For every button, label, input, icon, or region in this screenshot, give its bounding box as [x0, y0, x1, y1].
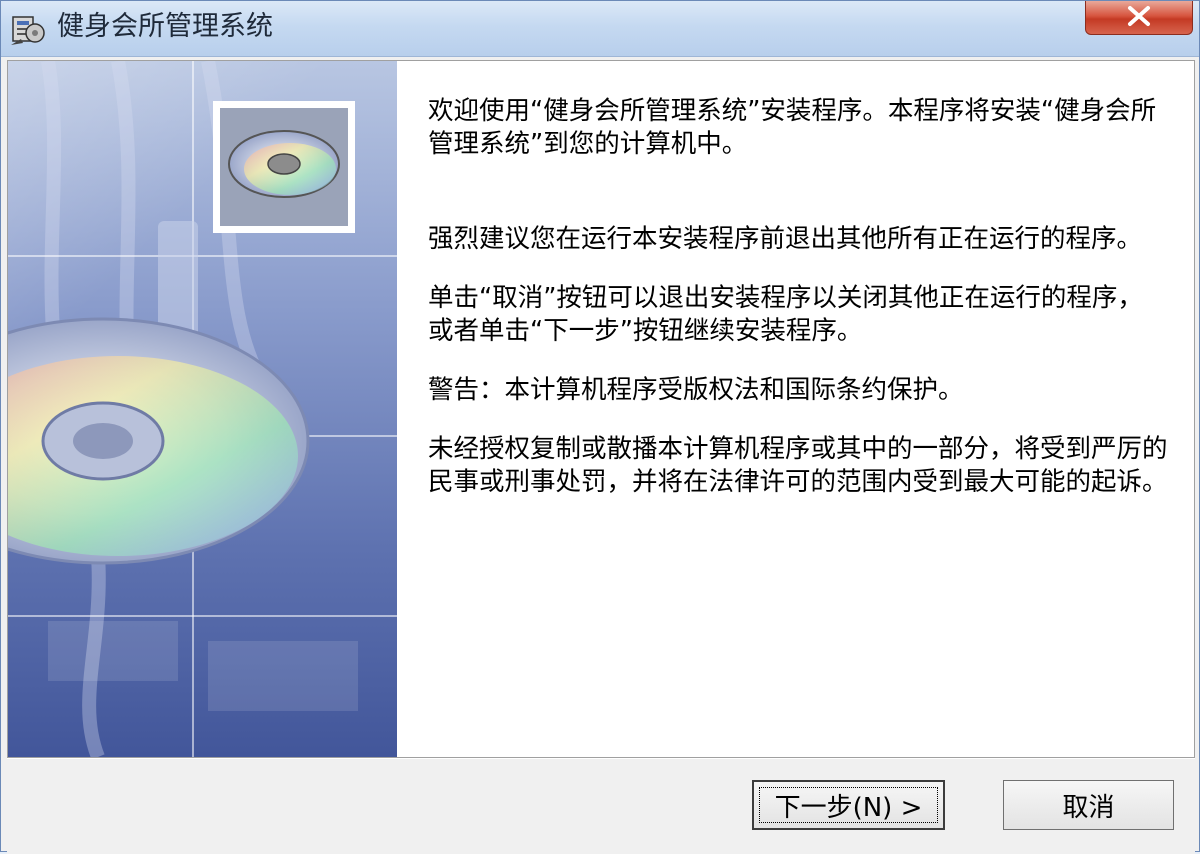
window-title: 健身会所管理系统 — [57, 11, 273, 42]
installer-window: 健身会所管理系统 欢迎使用“健身会所管理系统”安装程序。本程序将安装“健身会所管… — [0, 0, 1200, 854]
installer-app-icon — [9, 11, 47, 47]
advice-paragraph: 强烈建议您在运行本安装程序前退出其他所有正在运行的程序。 — [428, 224, 1143, 254]
instructions-paragraph: 单击“取消”按钮可以退出安装程序以关闭其他正在运行的程序，或者单击“下一步”按钮… — [428, 283, 1143, 346]
button-bar: 下一步(N) > 取消 — [7, 758, 1195, 854]
content-panel: 欢迎使用“健身会所管理系统”安装程序。本程序将安装“健身会所管理系统”到您的计算… — [7, 60, 1195, 758]
warning-paragraph: 警告：本计算机程序受版权法和国际条约保护。 — [428, 375, 964, 405]
title-bar[interactable]: 健身会所管理系统 — [1, 1, 1199, 57]
close-icon — [1126, 5, 1152, 31]
welcome-text-area: 欢迎使用“健身会所管理系统”安装程序。本程序将安装“健身会所管理系统”到您的计算… — [428, 95, 1168, 525]
welcome-paragraph: 欢迎使用“健身会所管理系统”安装程序。本程序将安装“健身会所管理系统”到您的计算… — [428, 96, 1157, 159]
cancel-button[interactable]: 取消 — [1003, 780, 1174, 830]
next-button-label: 下一步(N) > — [759, 787, 938, 823]
legal-notice-paragraph: 未经授权复制或散播本计算机程序或其中的一部分，将受到严厉的民事或刑事处罚，并将在… — [428, 434, 1168, 497]
close-button[interactable] — [1085, 1, 1193, 35]
side-banner-image — [8, 61, 397, 757]
next-button[interactable]: 下一步(N) > — [752, 780, 945, 830]
